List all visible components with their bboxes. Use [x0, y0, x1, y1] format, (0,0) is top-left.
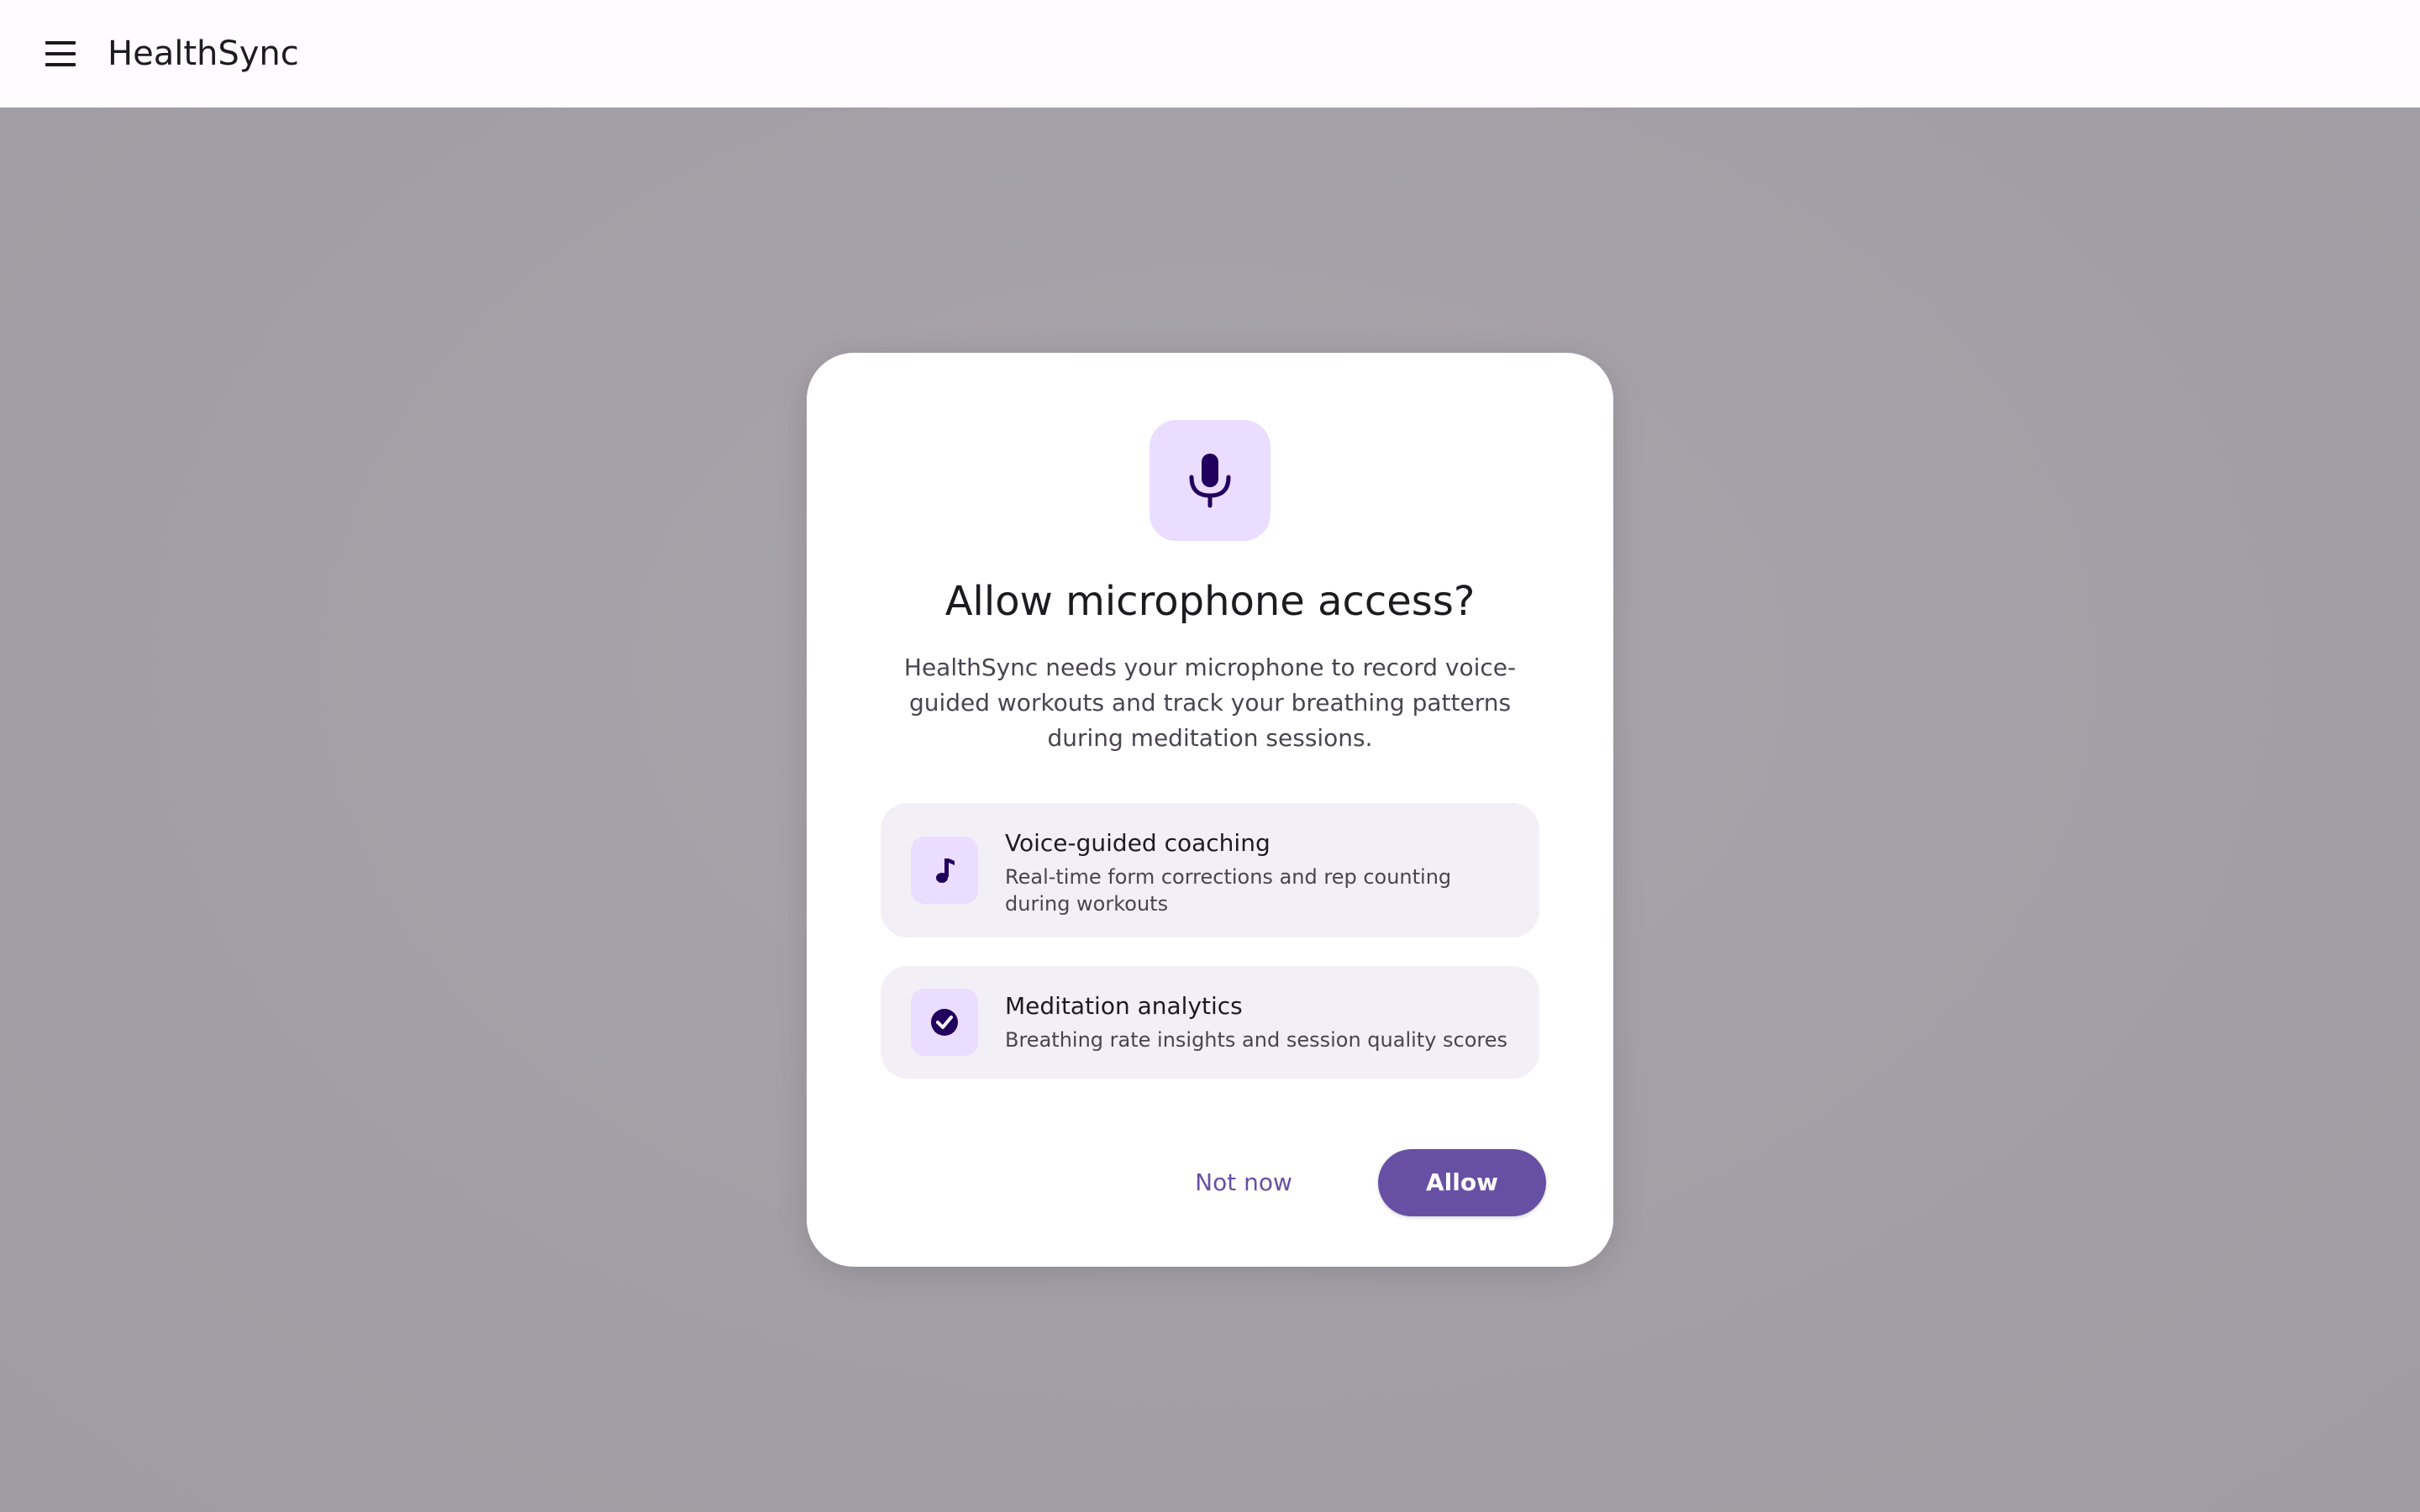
- dialog-description: HealthSync needs your microphone to reco…: [903, 654, 1517, 752]
- microphone-icon: [1150, 420, 1270, 541]
- check-circle-icon-glyph: [931, 1009, 958, 1036]
- feature-subtitle: Real-time form corrections and rep count…: [1005, 865, 1452, 916]
- check-circle-icon: [911, 989, 978, 1056]
- menu-icon-line: [45, 52, 76, 55]
- permission-dialog: Allow microphone access? HealthSync need…: [807, 353, 1613, 1267]
- feature-title: Voice-guided coaching: [1005, 829, 1270, 857]
- feature-card-meditation-analytics: Meditation analytics Breathing rate insi…: [881, 966, 1539, 1079]
- menu-icon-line: [45, 41, 76, 45]
- dialog-title: Allow microphone access?: [944, 578, 1476, 625]
- not-now-button[interactable]: Not now: [1176, 1149, 1311, 1216]
- microphone-icon-glyph: [1189, 454, 1231, 508]
- allow-button[interactable]: Allow: [1378, 1149, 1546, 1216]
- feature-title: Meditation analytics: [1005, 992, 1243, 1020]
- music-note-icon-glyph: [936, 858, 955, 883]
- feature-subtitle: Breathing rate insights and session qual…: [1005, 1028, 1508, 1052]
- menu-icon[interactable]: [37, 34, 84, 74]
- menu-icon-line: [45, 63, 76, 66]
- app-title: HealthSync: [108, 34, 299, 73]
- feature-card-voice-coaching: Voice-guided coaching Real-time form cor…: [881, 803, 1539, 937]
- top-app-bar: HealthSync: [0, 0, 2420, 108]
- music-note-icon: [911, 837, 978, 904]
